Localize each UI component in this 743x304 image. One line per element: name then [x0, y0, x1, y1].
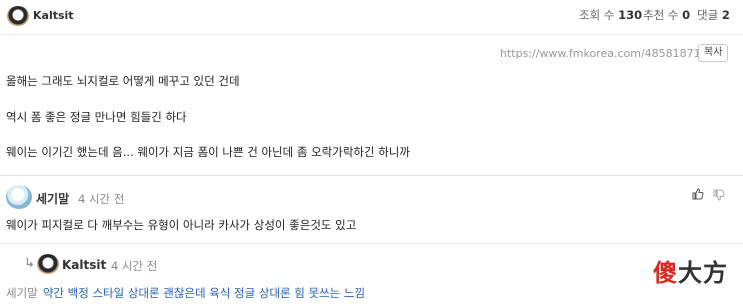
watermark-logo: 傻大方: [653, 253, 728, 288]
comment-count: 댓글 2: [697, 7, 730, 23]
like-count-value: 0: [682, 8, 691, 22]
view-count-value: 130: [618, 8, 643, 22]
reply-time: 4 시간 전: [111, 259, 158, 273]
reply-author-avatar[interactable]: [37, 254, 59, 274]
header-divider: [0, 34, 743, 35]
reply-text: 약간 백정 스타일 상대론 괜찮은데 육식 정글 상대론 힘 못쓰는 느낌: [42, 286, 366, 300]
comment-time: 4 시간 전: [78, 192, 125, 206]
watermark-rest: 大方: [678, 259, 728, 287]
view-count: 조회 수 130: [579, 7, 642, 23]
post-url[interactable]: https://www.fmkorea.com/4858187162: [500, 47, 715, 60]
author-avatar[interactable]: [7, 6, 29, 26]
comment-text: 웨이가 피지컬로 다 깨부수는 유형이 아니라 카사가 상성이 좋은것도 있고: [6, 218, 357, 232]
post-line-3: 웨이는 이기긴 했는데 음... 웨이가 지금 폼이 나쁜 건 아닌데 좀 오락…: [6, 145, 410, 159]
comment-count-value: 2: [721, 8, 730, 22]
reply-text-row: 세기말 약간 백정 스타일 상대론 괜찮은데 육식 정글 상대론 힘 못쓰는 느…: [6, 282, 365, 301]
post-line-1: 올해는 그래도 뇌지컬로 어떻게 메꾸고 있던 건데: [6, 74, 240, 88]
comment-count-label: 댓글: [697, 8, 719, 22]
thumbs-down-icon[interactable]: [713, 189, 725, 204]
reply-mention[interactable]: 세기말: [6, 286, 38, 300]
like-count-label: 추천 수: [643, 8, 679, 22]
view-count-label: 조회 수: [579, 8, 615, 22]
reply-author[interactable]: Kaltsit: [62, 258, 106, 272]
post-author[interactable]: Kaltsit: [33, 9, 74, 22]
comment-author[interactable]: 세기말: [36, 190, 69, 207]
post-line-2: 역시 폼 좋은 정글 만나면 힘들긴 하다: [6, 110, 187, 124]
thumbs-up-icon[interactable]: [692, 188, 704, 203]
like-count: 추천 수 0: [643, 7, 690, 23]
watermark-char: 傻: [653, 259, 678, 287]
reply-divider: [0, 243, 743, 244]
reply-arrow-icon: ↳: [24, 256, 35, 271]
commenter-avatar[interactable]: [6, 185, 32, 209]
copy-url-button[interactable]: 복사: [698, 44, 729, 62]
comments-divider: [0, 175, 743, 176]
